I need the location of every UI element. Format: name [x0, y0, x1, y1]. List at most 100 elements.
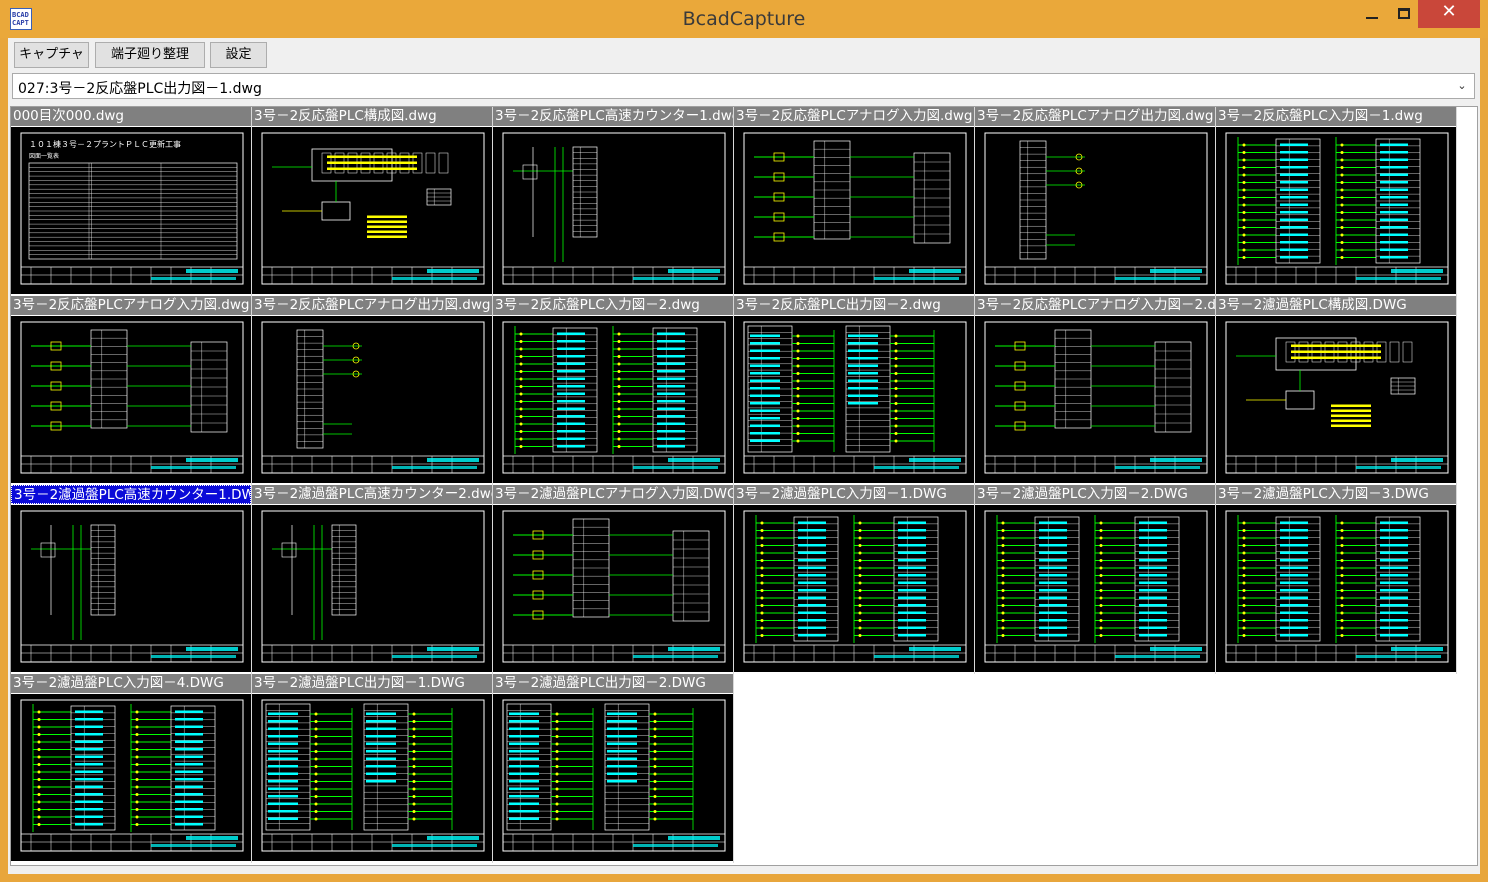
- thumbnail-label[interactable]: 3号－2反応盤PLC構成図.dwg: [252, 107, 492, 126]
- title-bar[interactable]: BCAD CAPT BcadCapture ✕: [0, 0, 1488, 38]
- thumbnail-label[interactable]: 3号－2濾過盤PLC入力図－3.DWG: [1216, 485, 1456, 504]
- drawing-preview-graphic: [502, 699, 726, 852]
- capture-button[interactable]: キャプチャ: [14, 42, 89, 68]
- thumbnail-label[interactable]: 3号－2濾過盤PLC出力図－1.DWG: [252, 674, 492, 693]
- thumbnail-label[interactable]: 3号－2反応盤PLCアナログ出力図.dwg: [975, 107, 1215, 126]
- thumbnail-label[interactable]: 3号－2濾過盤PLC入力図－2.DWG: [975, 485, 1215, 504]
- thumbnail-label[interactable]: 3号－2反応盤PLC入力図－2.dwg: [493, 296, 733, 315]
- thumbnail-item[interactable]: 3号－2濾過盤PLCアナログ入力図.DWG: [493, 485, 734, 674]
- drawing-preview[interactable]: [734, 127, 974, 294]
- drawing-preview-graphic: [261, 132, 485, 285]
- drawing-preview-graphic: [743, 321, 967, 474]
- drawing-preview-graphic: [502, 321, 726, 474]
- thumbnail-label[interactable]: 3号－2濾過盤PLC出力図－2.DWG: [493, 674, 733, 693]
- drawing-preview-graphic: [984, 510, 1208, 663]
- thumbnail-label[interactable]: 3号－2反応盤PLC高速カウンター1.dwg: [493, 107, 733, 126]
- thumbnail-grid[interactable]: 000目次000.dwg １０１棟３号－２プラントＰＬＣ更新工事 図面一覧表 3号－2…: [10, 106, 1478, 866]
- thumbnail-item[interactable]: 3号－2濾過盤PLC出力図－2.DWG: [493, 674, 734, 863]
- file-selector[interactable]: 027:3号－2反応盤PLC出力図－1.dwg ⌄: [12, 73, 1475, 99]
- close-icon: ✕: [1441, 1, 1457, 22]
- thumbnail-label[interactable]: 3号－2濾過盤PLC入力図－1.DWG: [734, 485, 974, 504]
- thumbnail-item[interactable]: 000目次000.dwg １０１棟３号－２プラントＰＬＣ更新工事 図面一覧表: [11, 107, 252, 296]
- drawing-preview[interactable]: [975, 127, 1215, 294]
- drawing-preview[interactable]: [11, 316, 251, 483]
- drawing-preview-graphic: [1225, 321, 1449, 474]
- drawing-preview-graphic: [20, 321, 244, 474]
- drawing-preview[interactable]: [1216, 505, 1456, 672]
- terminal-organize-button[interactable]: 端子廻り整理: [95, 42, 205, 68]
- thumbnail-label[interactable]: 3号－2反応盤PLCアナログ入力図.dwg: [734, 107, 974, 126]
- thumbnail-label[interactable]: 3号－2濾過盤PLCアナログ入力図.DWG: [493, 485, 733, 504]
- drawing-preview-graphic: [261, 699, 485, 852]
- drawing-preview-graphic: [1225, 510, 1449, 663]
- thumbnail-label[interactable]: 3号－2反応盤PLCアナログ出力図.dwg: [252, 296, 492, 315]
- thumbnail-label[interactable]: 3号－2濾過盤PLC構成図.DWG: [1216, 296, 1456, 315]
- thumbnail-item[interactable]: 3号－2反応盤PLCアナログ出力図.dwg: [252, 296, 493, 485]
- drawing-preview[interactable]: [493, 694, 733, 861]
- drawing-preview-graphic: [1225, 132, 1449, 285]
- thumbnail-label[interactable]: 3号－2濾過盤PLC高速カウンター2.dwg: [252, 485, 492, 504]
- drawing-preview[interactable]: [1216, 127, 1456, 294]
- drawing-preview[interactable]: [975, 505, 1215, 672]
- index-sheet-subtitle: 図面一覧表: [29, 152, 59, 160]
- drawing-preview[interactable]: [493, 316, 733, 483]
- index-sheet-title: １０１棟３号－２プラントＰＬＣ更新工事: [29, 139, 181, 149]
- app-window: BCAD CAPT BcadCapture ✕ キャプチャ 端子廻り整理 設定 …: [0, 0, 1488, 882]
- drawing-preview[interactable]: [11, 505, 251, 672]
- thumbnail-item[interactable]: 3号－2濾過盤PLC入力図－1.DWG: [734, 485, 975, 674]
- drawing-preview[interactable]: [252, 694, 492, 861]
- drawing-preview-graphic: [743, 510, 967, 663]
- thumbnail-label[interactable]: 3号－2反応盤PLC出力図－2.dwg: [734, 296, 974, 315]
- drawing-preview-graphic: [743, 132, 967, 285]
- thumbnail-label[interactable]: 3号－2濾過盤PLC高速カウンター1.DWG: [11, 485, 251, 504]
- drawing-preview-graphic: [261, 321, 485, 474]
- drawing-preview[interactable]: [493, 127, 733, 294]
- drawing-preview[interactable]: [734, 505, 974, 672]
- drawing-preview-graphic: [984, 321, 1208, 474]
- minimize-icon: [1366, 17, 1378, 19]
- thumbnail-item[interactable]: 3号－2反応盤PLC出力図－2.dwg: [734, 296, 975, 485]
- window-title: BcadCapture: [682, 8, 806, 30]
- drawing-preview[interactable]: [252, 505, 492, 672]
- thumbnail-item[interactable]: 3号－2濾過盤PLC高速カウンター1.DWG: [11, 485, 252, 674]
- file-selector-value: 027:3号－2反応盤PLC出力図－1.dwg: [18, 81, 262, 97]
- thumbnail-item[interactable]: 3号－2反応盤PLCアナログ入力図.dwg: [734, 107, 975, 296]
- drawing-preview[interactable]: [975, 316, 1215, 483]
- thumbnail-item[interactable]: 3号－2反応盤PLCアナログ出力図.dwg: [975, 107, 1216, 296]
- drawing-preview[interactable]: [11, 694, 251, 861]
- thumbnail-label[interactable]: 3号－2反応盤PLCアナログ入力図.dwg: [11, 296, 251, 315]
- close-button[interactable]: ✕: [1418, 0, 1480, 28]
- thumbnail-item[interactable]: 3号－2濾過盤PLC高速カウンター2.dwg: [252, 485, 493, 674]
- thumbnail-item[interactable]: 3号－2反応盤PLC構成図.dwg: [252, 107, 493, 296]
- thumbnail-item[interactable]: 3号－2反応盤PLCアナログ入力図－2.dwg: [975, 296, 1216, 485]
- client-area: キャプチャ 端子廻り整理 設定 027:3号－2反応盤PLC出力図－1.dwg …: [8, 38, 1480, 874]
- drawing-preview-graphic: [261, 510, 485, 663]
- thumbnail-item[interactable]: 3号－2反応盤PLC入力図－1.dwg: [1216, 107, 1457, 296]
- thumbnail-item[interactable]: 3号－2反応盤PLCアナログ入力図.dwg: [11, 296, 252, 485]
- thumbnail-label[interactable]: 3号－2反応盤PLCアナログ入力図－2.dwg: [975, 296, 1215, 315]
- settings-button[interactable]: 設定: [210, 42, 267, 68]
- drawing-preview-graphic: [20, 699, 244, 852]
- thumbnail-item[interactable]: 3号－2濾過盤PLC入力図－4.DWG: [11, 674, 252, 863]
- drawing-preview[interactable]: [734, 316, 974, 483]
- drawing-preview-graphic: １０１棟３号－２プラントＰＬＣ更新工事図面一覧表: [20, 132, 244, 285]
- drawing-preview-graphic: [502, 510, 726, 663]
- thumbnail-label[interactable]: 000目次000.dwg: [11, 107, 251, 126]
- thumbnail-label[interactable]: 3号－2反応盤PLC入力図－1.dwg: [1216, 107, 1456, 126]
- drawing-preview-graphic: [984, 132, 1208, 285]
- drawing-preview[interactable]: [252, 316, 492, 483]
- drawing-preview[interactable]: [252, 127, 492, 294]
- drawing-preview[interactable]: [1216, 316, 1456, 483]
- drawing-preview[interactable]: [493, 505, 733, 672]
- thumbnail-item[interactable]: 3号－2反応盤PLC高速カウンター1.dwg: [493, 107, 734, 296]
- thumbnail-label[interactable]: 3号－2濾過盤PLC入力図－4.DWG: [11, 674, 251, 693]
- thumbnail-item[interactable]: 3号－2濾過盤PLC構成図.DWG: [1216, 296, 1457, 485]
- thumbnail-item[interactable]: 3号－2反応盤PLC入力図－2.dwg: [493, 296, 734, 485]
- drawing-preview-graphic: [20, 510, 244, 663]
- thumbnail-item[interactable]: 3号－2濾過盤PLC入力図－2.DWG: [975, 485, 1216, 674]
- thumbnail-item[interactable]: 3号－2濾過盤PLC出力図－1.DWG: [252, 674, 493, 863]
- drawing-preview[interactable]: １０１棟３号－２プラントＰＬＣ更新工事 図面一覧表: [11, 127, 251, 294]
- drawing-preview-graphic: [502, 132, 726, 285]
- thumbnail-item[interactable]: 3号－2濾過盤PLC入力図－3.DWG: [1216, 485, 1457, 674]
- chevron-down-icon[interactable]: ⌄: [1455, 77, 1469, 95]
